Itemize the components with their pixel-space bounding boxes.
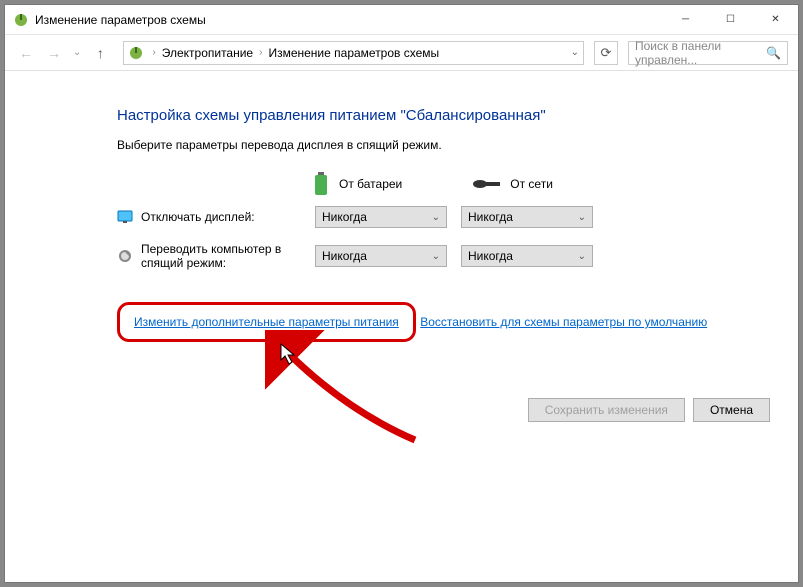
display-plugged-select[interactable]: Никогда⌄ <box>461 206 593 228</box>
row-sleep-label: Переводить компьютер в спящий режим: <box>141 242 315 270</box>
row-display: Отключать дисплей: Никогда⌄ Никогда⌄ <box>117 206 768 228</box>
search-placeholder: Поиск в панели управлен... <box>635 39 766 67</box>
footer-buttons: Сохранить изменения Отмена <box>528 398 770 422</box>
sleep-icon <box>117 248 133 264</box>
cancel-button[interactable]: Отмена <box>693 398 770 422</box>
refresh-button[interactable]: ⟳ <box>594 41 618 65</box>
power-options-icon <box>13 12 29 28</box>
page-subtitle: Выберите параметры перевода дисплея в сп… <box>117 138 768 152</box>
history-dropdown[interactable]: ⌄ <box>73 47 81 58</box>
breadcrumb[interactable]: › Электропитание › Изменение параметров … <box>123 41 584 65</box>
battery-icon <box>313 172 329 196</box>
display-icon <box>117 209 133 225</box>
breadcrumb-current[interactable]: Изменение параметров схемы <box>266 46 441 60</box>
minimize-button[interactable]: ─ <box>663 5 708 34</box>
close-button[interactable]: ✕ <box>753 5 798 34</box>
maximize-button[interactable]: ☐ <box>708 5 753 34</box>
back-button[interactable]: ← <box>15 42 37 64</box>
page-title: Настройка схемы управления питанием "Сба… <box>117 107 768 124</box>
display-battery-select[interactable]: Никогда⌄ <box>315 206 447 228</box>
up-button[interactable]: ↑ <box>89 42 111 64</box>
search-icon: 🔍 <box>766 46 781 60</box>
advanced-link-highlight: Изменить дополнительные параметры питани… <box>117 302 416 342</box>
column-battery: От батареи <box>313 172 402 196</box>
titlebar: Изменение параметров схемы ─ ☐ ✕ <box>5 5 798 35</box>
sleep-plugged-select[interactable]: Никогда⌄ <box>461 245 593 267</box>
content: Настройка схемы управления питанием "Сба… <box>5 71 798 352</box>
advanced-settings-link[interactable]: Изменить дополнительные параметры питани… <box>134 315 399 329</box>
power-icon <box>128 45 144 61</box>
sleep-battery-select[interactable]: Никогда⌄ <box>315 245 447 267</box>
forward-button[interactable]: → <box>43 42 65 64</box>
search-input[interactable]: Поиск в панели управлен... 🔍 <box>628 41 788 65</box>
toolbar: ← → ⌄ ↑ › Электропитание › Изменение пар… <box>5 35 798 71</box>
breadcrumb-sep: › <box>255 47 266 58</box>
save-button: Сохранить изменения <box>528 398 685 422</box>
window: Изменение параметров схемы ─ ☐ ✕ ← → ⌄ ↑… <box>4 4 799 583</box>
column-plugged: От сети <box>472 172 553 196</box>
breadcrumb-sep: › <box>148 47 159 58</box>
breadcrumb-dropdown[interactable]: ⌄ <box>571 47 579 58</box>
breadcrumb-root[interactable]: Электропитание <box>160 46 255 60</box>
plug-icon <box>472 177 500 191</box>
row-display-label: Отключать дисплей: <box>141 210 315 224</box>
row-sleep: Переводить компьютер в спящий режим: Ник… <box>117 242 768 270</box>
window-title: Изменение параметров схемы <box>35 13 206 27</box>
restore-defaults-link[interactable]: Восстановить для схемы параметры по умол… <box>420 315 707 329</box>
